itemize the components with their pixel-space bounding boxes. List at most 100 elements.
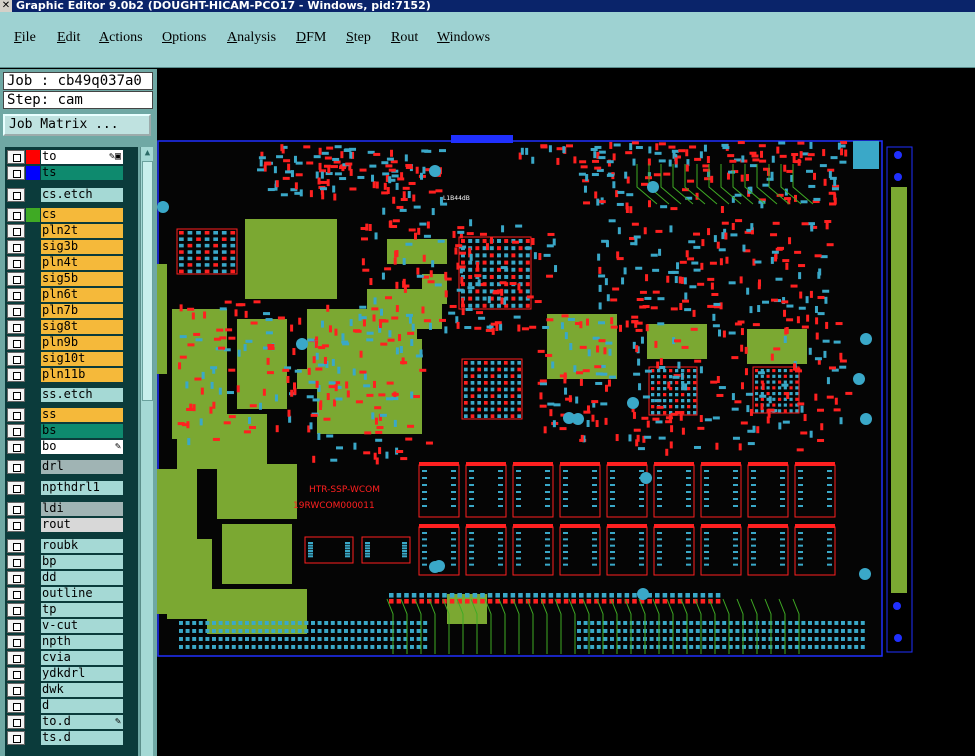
graphic-canvas[interactable]: HTR-SSP-WCOM 19RWCOM000011 L1B44dB: [157, 69, 975, 756]
layer-color-swatch[interactable]: [26, 539, 40, 553]
layer-color-swatch[interactable]: [26, 424, 40, 438]
menu-actions[interactable]: Actions: [99, 30, 143, 46]
layer-row-npth[interactable]: npth: [5, 634, 138, 650]
layer-checkbox[interactable]: [7, 150, 25, 164]
layer-color-swatch[interactable]: [26, 587, 40, 601]
layer-name[interactable]: npth: [41, 635, 123, 649]
layer-row-pln6t[interactable]: pln6t: [5, 287, 138, 303]
layer-checkbox[interactable]: [7, 539, 25, 553]
layer-color-swatch[interactable]: [26, 555, 40, 569]
layer-name[interactable]: pln9b: [41, 336, 123, 350]
layer-row-cs[interactable]: cs: [5, 207, 138, 223]
layer-edit-icon[interactable]: ✎▣: [109, 150, 121, 163]
layer-checkbox[interactable]: [7, 699, 25, 713]
layer-color-swatch[interactable]: [26, 188, 40, 202]
layer-edit-icon[interactable]: ✎: [115, 715, 121, 728]
layer-row-sig5b[interactable]: sig5b: [5, 271, 138, 287]
menu-analysis[interactable]: Analysis: [227, 30, 276, 46]
layer-row-to-d[interactable]: to.d ✎: [5, 714, 138, 730]
layer-checkbox[interactable]: [7, 587, 25, 601]
layer-checkbox[interactable]: [7, 208, 25, 222]
menu-windows[interactable]: Windows: [437, 30, 490, 46]
layer-color-swatch[interactable]: [26, 667, 40, 681]
layer-name[interactable]: sig10t: [41, 352, 123, 366]
layer-checkbox[interactable]: [7, 288, 25, 302]
layer-checkbox[interactable]: [7, 336, 25, 350]
layer-checkbox[interactable]: [7, 352, 25, 366]
layer-color-swatch[interactable]: [26, 408, 40, 422]
layer-color-swatch[interactable]: [26, 699, 40, 713]
layer-row-sig10t[interactable]: sig10t: [5, 351, 138, 367]
layer-color-swatch[interactable]: [26, 651, 40, 665]
layer-checkbox[interactable]: [7, 368, 25, 382]
layer-checkbox[interactable]: [7, 731, 25, 745]
layer-row-ts-d[interactable]: ts.d: [5, 730, 138, 746]
layer-name[interactable]: pln11b: [41, 368, 123, 382]
pcb-board-view[interactable]: HTR-SSP-WCOM19RWCOM000011L1B44dB: [157, 69, 975, 756]
layer-row-drl[interactable]: drl: [5, 459, 138, 475]
layer-row-npthdrl1[interactable]: npthdrl1: [5, 480, 138, 496]
layer-name[interactable]: cs.etch: [41, 188, 123, 202]
layer-checkbox[interactable]: [7, 424, 25, 438]
layer-color-swatch[interactable]: [26, 320, 40, 334]
layer-row-roubk[interactable]: roubk: [5, 538, 138, 554]
layer-name[interactable]: ydkdrl: [41, 667, 123, 681]
layer-name[interactable]: roubk: [41, 539, 123, 553]
menu-edit[interactable]: Edit: [57, 30, 80, 46]
layer-row-outline[interactable]: outline: [5, 586, 138, 602]
layer-checkbox[interactable]: [7, 651, 25, 665]
layer-name[interactable]: to ✎▣: [41, 150, 123, 164]
layer-color-swatch[interactable]: [26, 240, 40, 254]
layer-checkbox[interactable]: [7, 440, 25, 454]
layer-color-swatch[interactable]: [26, 150, 40, 164]
layer-checkbox[interactable]: [7, 460, 25, 474]
layer-row-bs[interactable]: bs: [5, 423, 138, 439]
layer-color-swatch[interactable]: [26, 352, 40, 366]
layer-color-swatch[interactable]: [26, 304, 40, 318]
layer-name[interactable]: dd: [41, 571, 123, 585]
menu-step[interactable]: Step: [346, 30, 371, 46]
layer-row-dd[interactable]: dd: [5, 570, 138, 586]
layer-name[interactable]: ts.d: [41, 731, 123, 745]
scrollbar-thumb[interactable]: [142, 161, 153, 401]
layer-row-pln9b[interactable]: pln9b: [5, 335, 138, 351]
layer-checkbox[interactable]: [7, 481, 25, 495]
layer-name[interactable]: npthdrl1: [41, 481, 123, 495]
layer-list-scrollbar[interactable]: ▲: [140, 147, 153, 756]
menu-dfm[interactable]: DFM: [296, 30, 326, 46]
layer-row-ldi[interactable]: ldi: [5, 501, 138, 517]
layer-row-bp[interactable]: bp: [5, 554, 138, 570]
layer-name[interactable]: pln6t: [41, 288, 123, 302]
layer-color-swatch[interactable]: [26, 683, 40, 697]
layer-row-pln2t[interactable]: pln2t: [5, 223, 138, 239]
layer-checkbox[interactable]: [7, 188, 25, 202]
layer-row-sig8t[interactable]: sig8t: [5, 319, 138, 335]
layer-name[interactable]: sig3b: [41, 240, 123, 254]
layer-row-ss[interactable]: ss: [5, 407, 138, 423]
layer-name[interactable]: sig5b: [41, 272, 123, 286]
layer-color-swatch[interactable]: [26, 272, 40, 286]
layer-name[interactable]: cs: [41, 208, 123, 222]
layer-row-pln11b[interactable]: pln11b: [5, 367, 138, 383]
layer-checkbox[interactable]: [7, 240, 25, 254]
layer-color-swatch[interactable]: [26, 368, 40, 382]
job-matrix-button[interactable]: Job Matrix ...: [3, 114, 151, 136]
layer-row-pln7b[interactable]: pln7b: [5, 303, 138, 319]
layer-name[interactable]: ts: [41, 166, 123, 180]
layer-checkbox[interactable]: [7, 256, 25, 270]
menu-options[interactable]: Options: [162, 30, 206, 46]
layer-checkbox[interactable]: [7, 388, 25, 402]
layer-name[interactable]: v-cut: [41, 619, 123, 633]
layer-name[interactable]: ss.etch: [41, 388, 123, 402]
layer-name[interactable]: ss: [41, 408, 123, 422]
layer-name[interactable]: to.d ✎: [41, 715, 123, 729]
layer-name[interactable]: outline: [41, 587, 123, 601]
layer-name[interactable]: d: [41, 699, 123, 713]
layer-row-d[interactable]: d: [5, 698, 138, 714]
layer-name[interactable]: bo ✎: [41, 440, 123, 454]
layer-checkbox[interactable]: [7, 304, 25, 318]
layer-name[interactable]: rout: [41, 518, 123, 532]
layer-row-ss-etch[interactable]: ss.etch: [5, 387, 138, 403]
layer-checkbox[interactable]: [7, 571, 25, 585]
layer-checkbox[interactable]: [7, 667, 25, 681]
